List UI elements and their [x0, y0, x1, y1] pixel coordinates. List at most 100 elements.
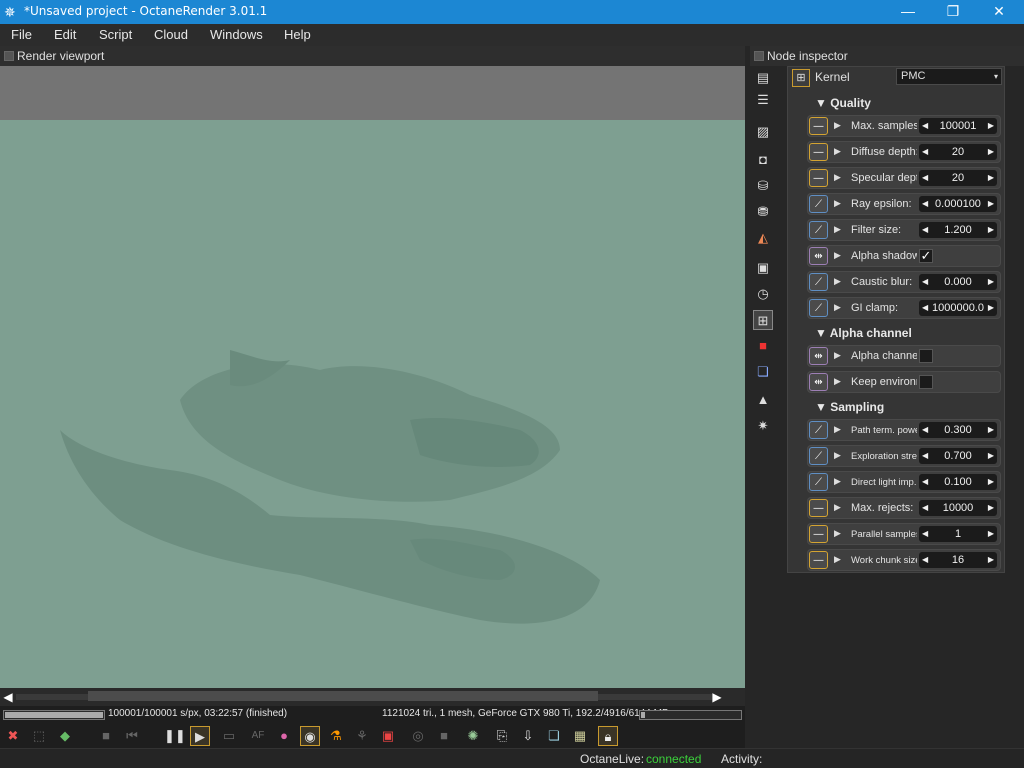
increment-arrow-icon[interactable]: ▶ [988, 144, 994, 160]
decrement-arrow-icon[interactable]: ◀ [922, 144, 928, 160]
increment-arrow-icon[interactable]: ▶ [988, 222, 994, 238]
expand-arrow-icon[interactable]: ▶ [834, 376, 841, 387]
param-pin-icon[interactable]: — [809, 169, 828, 187]
increment-arrow-icon[interactable]: ▶ [988, 422, 994, 438]
save-render-icon[interactable]: ⇩ [518, 726, 538, 746]
param-spinbox[interactable]: ◀ 0.300 ▶ [919, 422, 997, 438]
visible-environment-icon[interactable]: ⛃ [753, 202, 773, 222]
kernel-type-dropdown[interactable]: PMC ▾ [896, 68, 1002, 85]
param-spinbox[interactable]: ◀ 0.000100 ▶ [919, 196, 997, 212]
param-value[interactable]: 1 [955, 528, 961, 540]
param-spinbox[interactable]: ◀ 20 ▶ [919, 170, 997, 186]
background-image-icon[interactable]: ▦ [570, 726, 590, 746]
expand-arrow-icon[interactable]: ▶ [834, 528, 841, 539]
param-pin-icon[interactable]: ⟋ [809, 421, 828, 439]
increment-arrow-icon[interactable]: ▶ [988, 196, 994, 212]
param-pin-icon[interactable]: ⟋ [809, 273, 828, 291]
pause-render-icon[interactable]: ❚❚ [164, 726, 186, 746]
menu-edit[interactable]: Edit [54, 27, 76, 42]
expand-arrow-icon[interactable]: ▶ [834, 350, 841, 361]
decrement-arrow-icon[interactable]: ◀ [922, 300, 928, 316]
increment-arrow-icon[interactable]: ▶ [988, 448, 994, 464]
increment-arrow-icon[interactable]: ▶ [988, 170, 994, 186]
render-layer-icon[interactable]: ■ [753, 336, 773, 356]
environment-icon[interactable]: ⛁ [753, 176, 773, 196]
expand-arrow-icon[interactable]: ▶ [834, 554, 841, 565]
region-render-icon[interactable]: ⬚ [29, 726, 49, 746]
expand-arrow-icon[interactable]: ▶ [834, 172, 841, 183]
auto-focus-icon[interactable]: AF [248, 726, 268, 746]
expand-arrow-icon[interactable]: ▶ [834, 502, 841, 513]
menu-help[interactable]: Help [284, 27, 311, 42]
clear-render-icon[interactable]: ✖ [3, 726, 23, 746]
material-icon[interactable]: ◭ [753, 228, 773, 248]
camera-icon[interactable]: ◘ [753, 150, 773, 170]
viewport-resolution-icon[interactable]: ◎ [408, 726, 428, 746]
increment-arrow-icon[interactable]: ▶ [988, 274, 994, 290]
restart-render-icon[interactable]: ⏮ [122, 726, 142, 746]
render-priority-icon[interactable]: ■ [434, 726, 454, 746]
param-spinbox[interactable]: ◀ 100001 ▶ [919, 118, 997, 134]
param-value[interactable]: 0.100 [944, 476, 972, 488]
param-checkbox[interactable] [919, 375, 933, 389]
increment-arrow-icon[interactable]: ▶ [988, 552, 994, 568]
stop-render-icon[interactable]: ■ [96, 726, 116, 746]
film-settings-icon[interactable]: ▣ [753, 258, 773, 278]
menu-cloud[interactable]: Cloud [154, 27, 188, 42]
expand-arrow-icon[interactable]: ▶ [834, 302, 841, 313]
expand-arrow-icon[interactable]: ▶ [834, 198, 841, 209]
viewport-horizontal-scrollbar[interactable]: ◀ ▶ [0, 688, 745, 706]
expand-arrow-icon[interactable]: ▶ [834, 276, 841, 287]
param-value[interactable]: 100001 [940, 120, 977, 132]
param-value[interactable]: 20 [952, 146, 964, 158]
param-value[interactable]: 20 [952, 172, 964, 184]
param-spinbox[interactable]: ◀ 16 ▶ [919, 552, 997, 568]
expand-arrow-icon[interactable]: ▶ [834, 224, 841, 235]
decrement-arrow-icon[interactable]: ◀ [922, 422, 928, 438]
color-picker-icon[interactable]: ● [274, 726, 294, 746]
param-spinbox[interactable]: ◀ 0.700 ▶ [919, 448, 997, 464]
param-pin-icon[interactable]: ⟋ [809, 447, 828, 465]
param-pin-icon[interactable]: ⟋ [809, 299, 828, 317]
param-pin-icon[interactable]: — [809, 525, 828, 543]
section-alpha-channel[interactable]: ▼ Alpha channel [815, 326, 912, 340]
viewport-pin-checkbox[interactable] [4, 51, 14, 61]
pick-object-icon[interactable]: ⚘ [352, 726, 372, 746]
inspector-pin-checkbox[interactable] [754, 51, 764, 61]
pick-material-icon[interactable]: ⚗ [326, 726, 346, 746]
param-spinbox[interactable]: ◀ 0.100 ▶ [919, 474, 997, 490]
scroll-right-arrow-icon[interactable]: ▶ [711, 689, 723, 705]
render-settings-icon[interactable]: ✺ [463, 726, 483, 746]
param-spinbox[interactable]: ◀ 20 ▶ [919, 144, 997, 160]
animation-icon[interactable]: ◷ [753, 284, 773, 304]
param-pin-icon[interactable]: — [809, 499, 828, 517]
camera-view-icon[interactable]: ◉ [300, 726, 320, 746]
expand-arrow-icon[interactable]: ▶ [834, 476, 841, 487]
param-pin-icon[interactable]: ⇹ [809, 247, 828, 265]
decrement-arrow-icon[interactable]: ◀ [922, 448, 928, 464]
expand-arrow-icon[interactable]: ▶ [834, 250, 841, 261]
pick-node-icon[interactable]: ▣ [378, 726, 398, 746]
save-passes-icon[interactable]: ❏ [544, 726, 564, 746]
copy-to-clipboard-icon[interactable]: ⎘ [492, 726, 512, 746]
param-value[interactable]: 0.300 [944, 424, 972, 436]
render-canvas[interactable] [0, 120, 745, 688]
close-button[interactable]: ✕ [976, 0, 1022, 24]
postprocess-icon[interactable]: ✷ [753, 416, 773, 436]
increment-arrow-icon[interactable]: ▶ [988, 500, 994, 516]
increment-arrow-icon[interactable]: ▶ [988, 474, 994, 490]
expand-arrow-icon[interactable]: ▶ [834, 146, 841, 157]
param-pin-icon[interactable]: ⟋ [809, 473, 828, 491]
render-target-icon[interactable]: ▤ [753, 68, 773, 88]
expand-arrow-icon[interactable]: ▶ [834, 120, 841, 131]
param-pin-icon[interactable]: — [809, 143, 828, 161]
decrement-arrow-icon[interactable]: ◀ [922, 500, 928, 516]
section-quality[interactable]: ▼ Quality [815, 96, 871, 110]
decrement-arrow-icon[interactable]: ◀ [922, 222, 928, 238]
decrement-arrow-icon[interactable]: ◀ [922, 526, 928, 542]
start-render-icon[interactable]: ▶ [190, 726, 210, 746]
increment-arrow-icon[interactable]: ▶ [988, 526, 994, 542]
lock-viewport-icon[interactable]: 🔒︎ [598, 726, 618, 746]
decrement-arrow-icon[interactable]: ◀ [922, 196, 928, 212]
maximize-button[interactable]: ❐ [930, 0, 976, 24]
